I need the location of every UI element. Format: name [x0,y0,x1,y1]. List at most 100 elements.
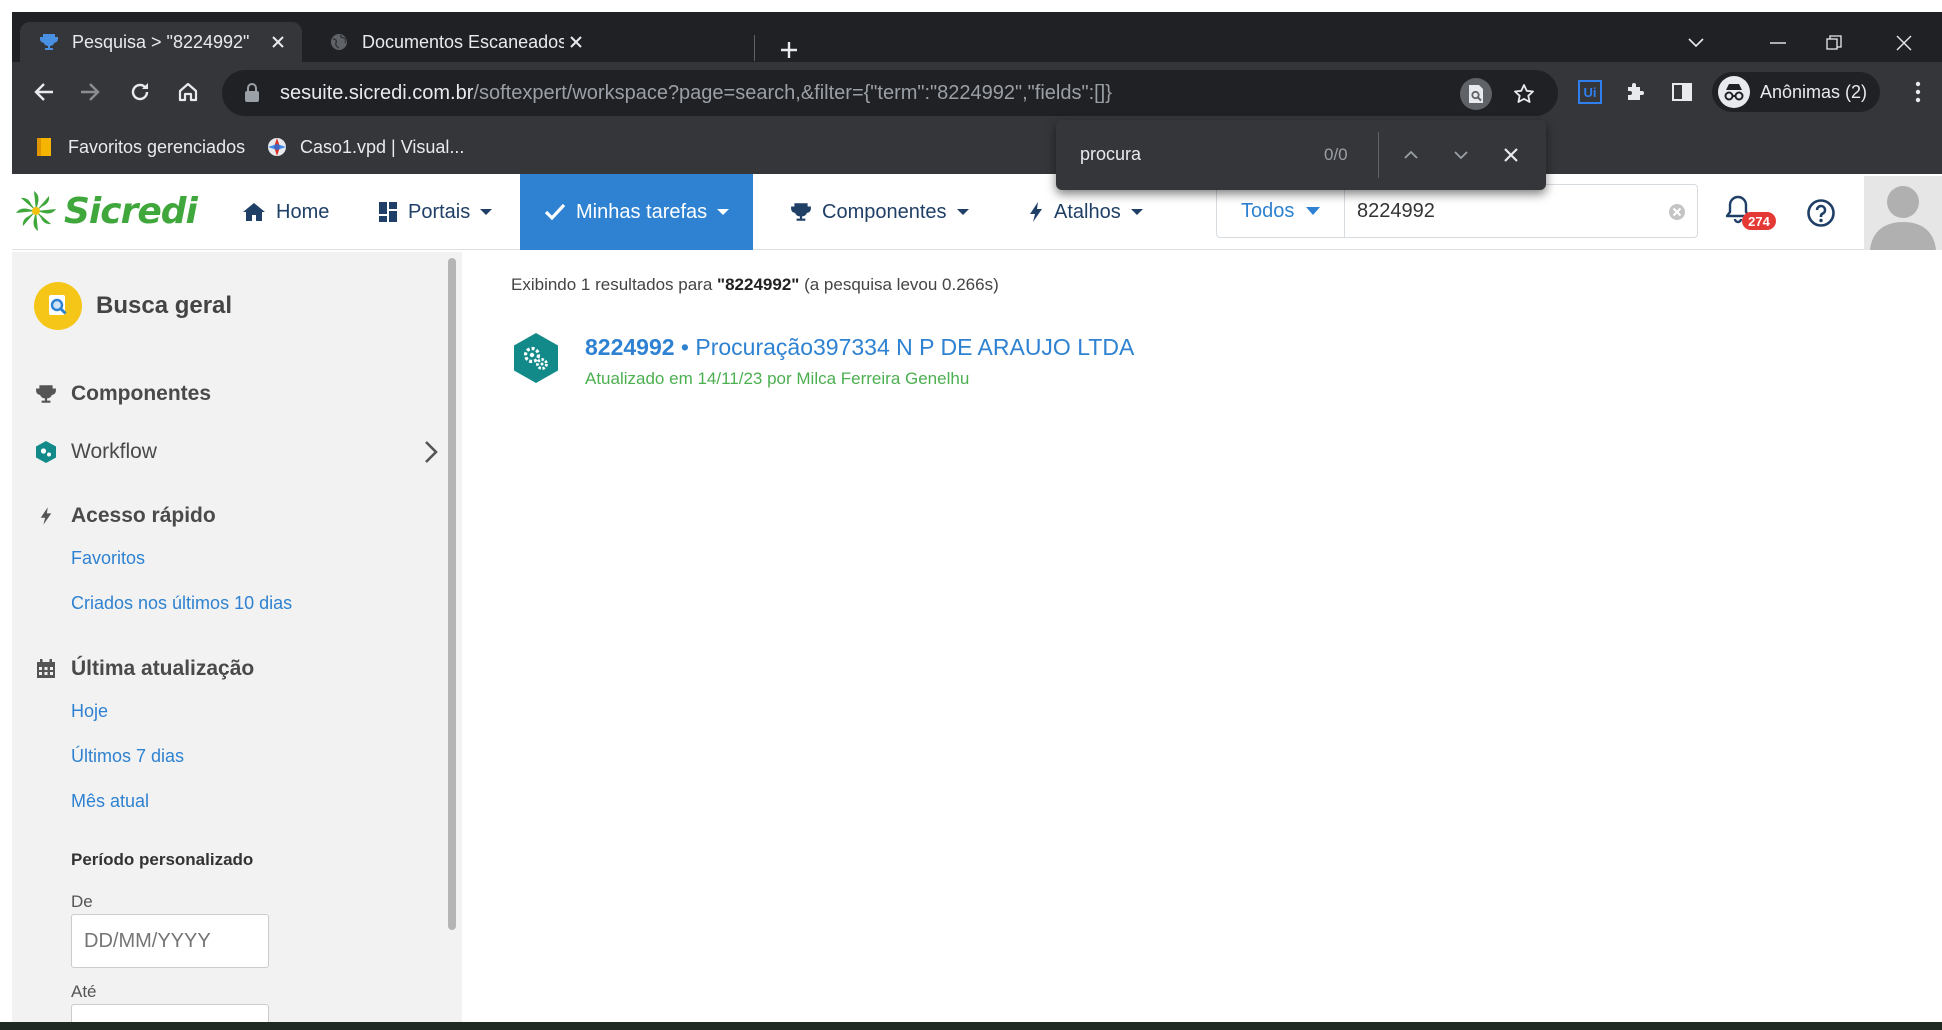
close-tab-icon[interactable] [266,30,290,54]
bookmark-folder-managed[interactable]: Favoritos gerenciados [34,134,245,160]
sidebar-scrollbar[interactable] [448,258,456,930]
workflow-hexagon-icon [34,440,58,464]
components-heading: Componentes [34,382,211,406]
user-silhouette-icon [1870,186,1936,250]
link-hoje[interactable]: Hoje [71,701,108,722]
close-tab-icon[interactable] [564,30,588,54]
taskbar-edge [0,1022,1942,1030]
browser-tab-active[interactable]: Pesquisa > "8224992" [20,22,302,62]
link-favoritos[interactable]: Favoritos [71,548,145,569]
check-icon [544,202,566,222]
sidebar-title: Busca geral [34,282,232,330]
back-arrow-icon[interactable] [28,76,60,108]
side-panel-icon[interactable] [1666,76,1698,108]
desktop-edge [0,0,12,1030]
search-scope-label: Todos [1241,199,1295,222]
new-tab-plus-icon[interactable] [775,36,803,64]
to-date-input[interactable] [71,1004,269,1022]
url-text: sesuite.sicredi.com.br/softexpert/worksp… [280,82,1112,104]
browser-toolbar: sesuite.sicredi.com.br/softexpert/worksp… [12,62,1942,122]
nav-home[interactable]: Home [242,174,329,250]
sidebar-item-label: Workflow [71,440,157,463]
svg-text:Ui: Ui [1584,85,1597,100]
bookmark-label: Caso1.vpd | Visual... [300,136,465,157]
lock-icon[interactable] [244,83,260,108]
trophy-icon [38,31,60,53]
restore-icon[interactable] [1806,26,1862,60]
user-avatar[interactable] [1864,176,1942,250]
result-separator: • [674,334,696,360]
clear-search-icon[interactable] [1667,202,1687,222]
summary-suffix: (a pesquisa levou 0.266s) [799,275,999,294]
result-meta: Atualizado em 14/11/23 por Milca Ferreir… [585,369,970,388]
link-mes-atual[interactable]: Mês atual [71,791,149,812]
find-previous-chevron-up-icon[interactable] [1396,140,1426,170]
folder-icon [34,136,56,158]
grid-icon [378,201,398,223]
address-bar[interactable]: sesuite.sicredi.com.br/softexpert/worksp… [222,70,1558,116]
uipath-extension-icon[interactable]: Ui [1574,76,1606,108]
nav-minhas-tarefas[interactable]: Minhas tarefas [520,174,754,250]
home-browser-icon[interactable] [172,76,204,108]
search-filters-sidebar: Busca geral Componentes Workflow Acesso … [12,252,462,1022]
tab-search-chevron-icon[interactable] [1668,26,1724,60]
heading-text: Última atualização [71,657,255,680]
bookmarks-bar: Favoritos gerenciados Caso1.vpd | Visual… [12,122,1942,174]
extensions-puzzle-icon[interactable] [1620,76,1652,108]
forward-arrow-icon[interactable] [74,76,106,108]
custom-period-heading: Período personalizado [71,850,254,869]
nav-label: Componentes [822,200,947,223]
star-bookmark-icon[interactable] [1508,78,1540,110]
find-next-chevron-down-icon[interactable] [1446,140,1476,170]
nav-label: Minhas tarefas [576,200,708,223]
search-result-link[interactable]: 8224992 • Procuração397334 N P DE ARAUJO… [585,334,1134,361]
results-summary: Exibindo 1 resultados para "8224992" (a … [511,275,999,295]
browser-menu-icon[interactable] [1902,76,1934,108]
minimize-icon[interactable] [1750,26,1806,60]
summary-prefix: Exibindo 1 resultados para [511,275,718,294]
reload-icon[interactable] [124,76,156,108]
browser-tab[interactable]: Documentos Escaneados [310,22,600,62]
bookmark-caso1[interactable]: Caso1.vpd | Visual... [266,134,464,160]
to-date-label: Até [71,982,97,1001]
link-ultimos-7-dias[interactable]: Últimos 7 dias [71,746,184,767]
link-criados-recentes[interactable]: Criados nos últimos 10 dias [71,593,292,614]
bolt-icon [1028,201,1044,223]
find-match-count: 0/0 [1324,145,1348,164]
nav-componentes[interactable]: Componentes [790,174,969,250]
help-icon[interactable] [1806,198,1836,228]
trophy-icon [34,382,58,406]
find-close-icon[interactable] [1496,140,1526,170]
caret-down-icon [1130,209,1143,215]
workflow-gears-icon[interactable] [512,332,560,384]
heading-text: Componentes [71,382,212,405]
search-input[interactable] [1357,197,1657,225]
sidebar-item-workflow[interactable]: Workflow [34,432,442,472]
tab-title: Documentos Escaneados [362,31,564,52]
from-date-label: De [71,892,93,911]
global-search: Todos [1216,184,1698,238]
close-window-icon[interactable] [1876,26,1932,60]
bolt-icon [34,504,58,528]
sicredi-logo-mark-icon [16,191,56,231]
find-in-page-icon[interactable] [1460,78,1492,110]
caret-down-icon [480,209,493,215]
globe-icon [328,31,350,53]
nav-label: Home [276,200,330,223]
last-update-heading: Última atualização [34,657,254,681]
find-input[interactable]: procura [1080,144,1141,165]
nav-portais[interactable]: Portais [378,174,493,250]
chevron-right-icon[interactable] [424,440,438,470]
sicredi-logo[interactable]: Sicredi [14,186,198,236]
caret-down-icon [1306,207,1321,215]
from-date-input[interactable] [71,914,269,968]
notifications-button[interactable]: 274 [1724,194,1784,234]
trophy-icon [790,201,812,223]
quick-access-heading: Acesso rápido [34,504,216,528]
home-icon [242,201,266,223]
caret-down-icon [717,209,730,215]
search-scope-dropdown[interactable]: Todos [1217,185,1345,237]
incognito-profile-button[interactable]: Anônimas (2) [1712,72,1880,112]
app-header: Sicredi Home Portais Minhas tarefas Comp… [12,174,1942,250]
result-title-text: Procuração397334 N P DE ARAUJO LTDA [695,334,1135,360]
